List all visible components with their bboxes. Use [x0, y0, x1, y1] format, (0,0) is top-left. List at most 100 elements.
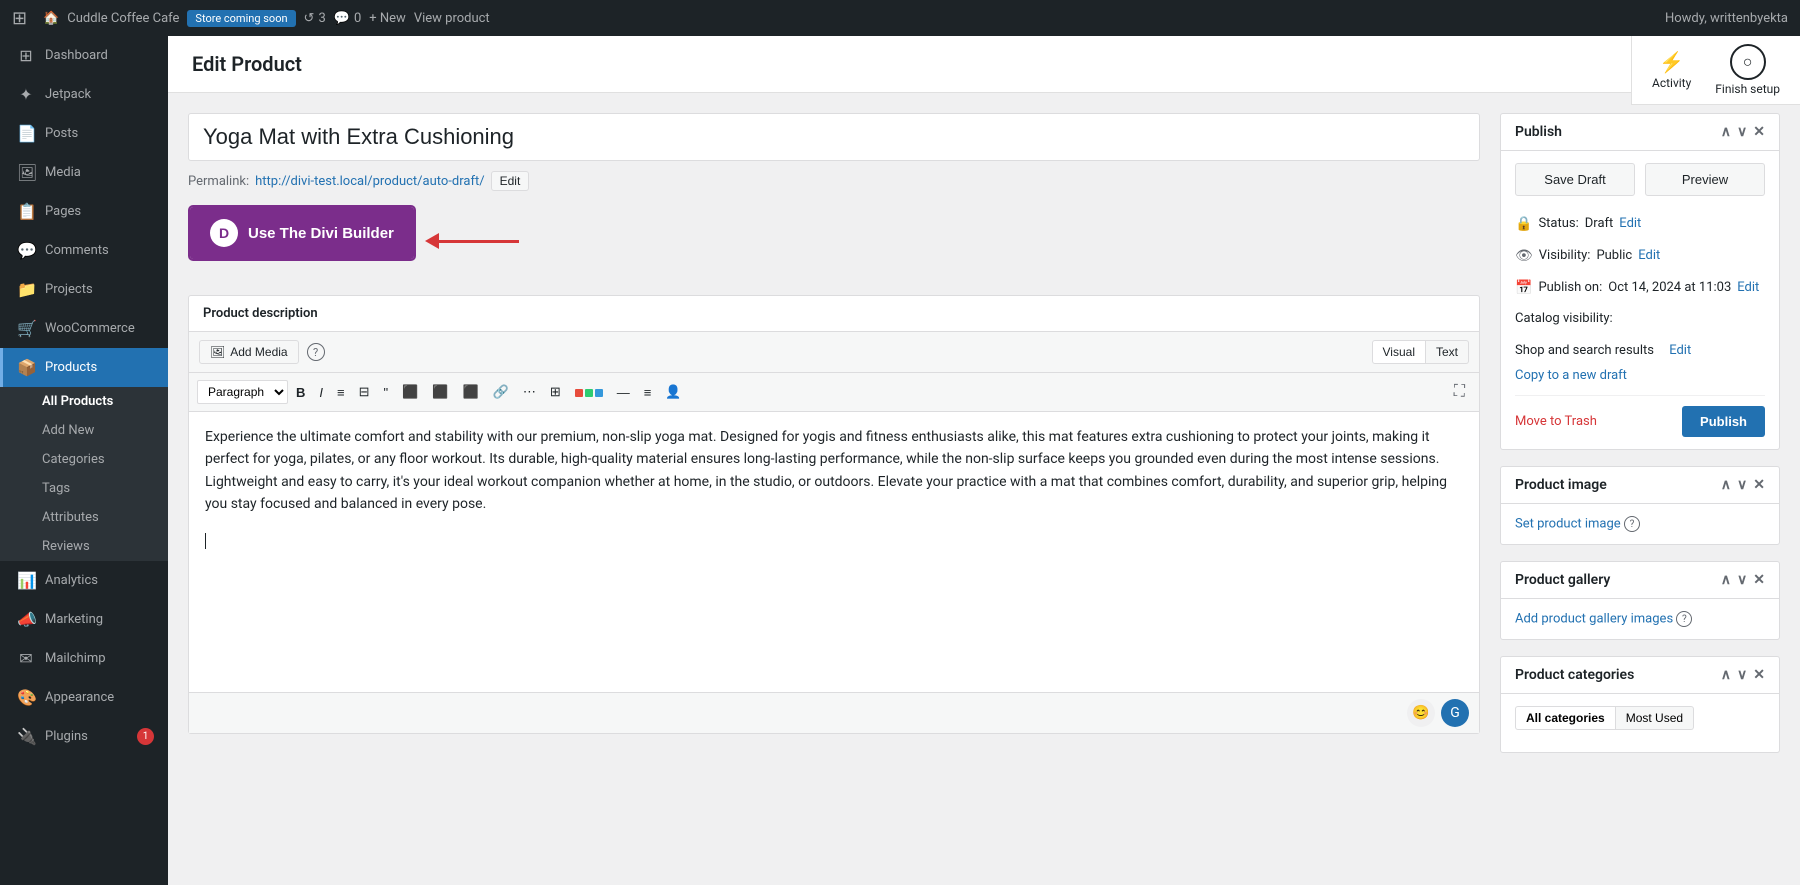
- visibility-edit-link[interactable]: Edit: [1638, 243, 1660, 269]
- gallery-collapse-up[interactable]: ∧: [1721, 572, 1731, 588]
- link-button[interactable]: 🔗: [487, 380, 515, 404]
- bold-button[interactable]: B: [290, 381, 311, 404]
- sidebar-item-comments[interactable]: 💬 Comments: [0, 231, 168, 270]
- add-media-button[interactable]: 🖼 Add Media: [199, 340, 299, 364]
- divider-button[interactable]: —: [611, 381, 636, 404]
- sidebar-label-comments: Comments: [45, 243, 109, 258]
- submenu-attributes[interactable]: Attributes: [0, 503, 168, 532]
- product-gallery-controls[interactable]: ∧ ∨ ✕: [1721, 572, 1765, 588]
- permalink-edit-button[interactable]: Edit: [491, 171, 530, 191]
- copy-draft-link[interactable]: Copy to a new draft: [1515, 368, 1765, 383]
- footer-grammarly-icon[interactable]: G: [1441, 699, 1469, 727]
- align-right-button[interactable]: ⬛: [457, 380, 485, 404]
- submenu-all-products[interactable]: All Products: [0, 387, 168, 416]
- cats-collapse-up[interactable]: ∧: [1721, 667, 1731, 683]
- publish-meta: 🔒 Status: Draft Edit 👁 Visibility: Publi…: [1515, 210, 1765, 364]
- sidebar-item-media[interactable]: 🖼 Media: [0, 153, 168, 192]
- sidebar-item-appearance[interactable]: 🎨 Appearance: [0, 678, 168, 717]
- view-product-item[interactable]: View product: [414, 11, 490, 26]
- visibility-row: 👁 Visibility: Public Edit: [1515, 242, 1765, 270]
- unordered-list-button[interactable]: ≡: [331, 381, 351, 404]
- all-categories-tab[interactable]: All categories: [1515, 706, 1616, 730]
- page-header: Edit Product: [168, 36, 1800, 93]
- sidebar-label-posts: Posts: [45, 126, 78, 141]
- cats-collapse-down[interactable]: ∨: [1737, 667, 1747, 683]
- sidebar-item-projects[interactable]: 📁 Projects: [0, 270, 168, 309]
- sidebar-item-jetpack[interactable]: ✦ Jetpack: [0, 75, 168, 114]
- footer-emoji-icon[interactable]: 😊: [1407, 699, 1435, 727]
- submenu-tags[interactable]: Tags: [0, 474, 168, 503]
- save-draft-button[interactable]: Save Draft: [1515, 163, 1635, 196]
- finish-setup-button[interactable]: ○ Finish setup: [1715, 44, 1780, 96]
- person-button[interactable]: 👤: [659, 380, 687, 404]
- comments-item[interactable]: 💬 0: [334, 11, 362, 26]
- revisions-item[interactable]: ↺ 3: [304, 11, 326, 26]
- sidebar-item-pages[interactable]: 📋 Pages: [0, 192, 168, 231]
- product-title-input[interactable]: [188, 113, 1480, 161]
- publish-button[interactable]: Publish: [1682, 406, 1765, 437]
- paragraph-select[interactable]: Paragraph: [197, 380, 288, 404]
- color-picker-button[interactable]: [569, 381, 609, 404]
- sidebar-item-marketing[interactable]: 📣 Marketing: [0, 600, 168, 639]
- expand-button[interactable]: ⛶: [1448, 379, 1471, 405]
- cats-close[interactable]: ✕: [1753, 667, 1765, 683]
- sidebar-item-woocommerce[interactable]: 🛒 WooCommerce: [0, 309, 168, 348]
- publish-panel-controls[interactable]: ∧ ∨ ✕: [1721, 124, 1765, 140]
- sidebar-label-jetpack: Jetpack: [45, 87, 91, 102]
- divi-builder-button[interactable]: D Use The Divi Builder: [190, 207, 414, 259]
- adminbar-user[interactable]: Howdy, writtenbyekta: [1665, 11, 1788, 26]
- store-badge[interactable]: Store coming soon: [187, 10, 295, 27]
- sidebar-item-products[interactable]: 📦 Products: [0, 348, 168, 387]
- catalog-edit-link[interactable]: Edit: [1669, 338, 1691, 364]
- visual-tab[interactable]: Visual: [1372, 340, 1426, 364]
- sidebar-item-plugins[interactable]: 🔌 Plugins 1: [0, 717, 168, 756]
- product-categories-controls[interactable]: ∧ ∨ ✕: [1721, 667, 1765, 683]
- more-button[interactable]: ⋯: [517, 380, 542, 404]
- publish-on-edit-link[interactable]: Edit: [1737, 275, 1759, 301]
- permalink-link[interactable]: http://divi-test.local/product/auto-draf…: [255, 174, 484, 189]
- collapse-up-icon[interactable]: ∧: [1721, 124, 1731, 140]
- product-image-controls[interactable]: ∧ ∨ ✕: [1721, 477, 1765, 493]
- gallery-close[interactable]: ✕: [1753, 572, 1765, 588]
- sidebar-label-mailchimp: Mailchimp: [45, 651, 106, 666]
- editor-content-area[interactable]: Experience the ultimate comfort and stab…: [189, 412, 1479, 692]
- divi-btn-label: Use The Divi Builder: [248, 225, 394, 242]
- new-item[interactable]: + New: [369, 11, 406, 26]
- submenu-add-new[interactable]: Add New: [0, 416, 168, 445]
- add-gallery-images-link[interactable]: Add product gallery images: [1515, 611, 1673, 626]
- most-used-tab[interactable]: Most Used: [1616, 706, 1694, 730]
- status-label: Status:: [1538, 211, 1578, 237]
- preview-button[interactable]: Preview: [1645, 163, 1765, 196]
- strikethrough-button[interactable]: ≡: [638, 381, 658, 404]
- img-close[interactable]: ✕: [1753, 477, 1765, 493]
- help-icon[interactable]: ?: [307, 343, 325, 361]
- italic-button[interactable]: I: [313, 381, 329, 404]
- sidebar-item-analytics[interactable]: 📊 Analytics: [0, 561, 168, 600]
- img-collapse-down[interactable]: ∨: [1737, 477, 1747, 493]
- product-gallery-help-icon[interactable]: ?: [1676, 611, 1692, 627]
- status-edit-link[interactable]: Edit: [1619, 211, 1641, 237]
- text-tab[interactable]: Text: [1426, 340, 1469, 364]
- product-image-help-icon[interactable]: ?: [1624, 516, 1640, 532]
- table-button[interactable]: ⊞: [544, 380, 567, 404]
- gallery-collapse-down[interactable]: ∨: [1737, 572, 1747, 588]
- submenu-categories[interactable]: Categories: [0, 445, 168, 474]
- activity-button[interactable]: ⚡ Activity: [1652, 50, 1691, 90]
- collapse-down-icon[interactable]: ∨: [1737, 124, 1747, 140]
- site-name[interactable]: Cuddle Coffee Cafe: [67, 11, 179, 26]
- sidebar-label-pages: Pages: [45, 204, 81, 219]
- close-panel-icon[interactable]: ✕: [1753, 124, 1765, 140]
- ordered-list-button[interactable]: ⊟: [353, 380, 376, 404]
- img-collapse-up[interactable]: ∧: [1721, 477, 1731, 493]
- publish-footer: Move to Trash Publish: [1515, 395, 1765, 437]
- align-left-button[interactable]: ⬛: [396, 380, 424, 404]
- product-image-body: Set product image ?: [1501, 504, 1779, 544]
- align-center-button[interactable]: ⬛: [426, 380, 454, 404]
- submenu-reviews[interactable]: Reviews: [0, 532, 168, 561]
- blockquote-button[interactable]: ": [378, 381, 395, 404]
- sidebar-item-mailchimp[interactable]: ✉ Mailchimp: [0, 639, 168, 678]
- move-to-trash-link[interactable]: Move to Trash: [1515, 414, 1597, 429]
- set-product-image-link[interactable]: Set product image: [1515, 516, 1621, 531]
- sidebar-item-dashboard[interactable]: ⊞ Dashboard: [0, 36, 168, 75]
- sidebar-item-posts[interactable]: 📄 Posts: [0, 114, 168, 153]
